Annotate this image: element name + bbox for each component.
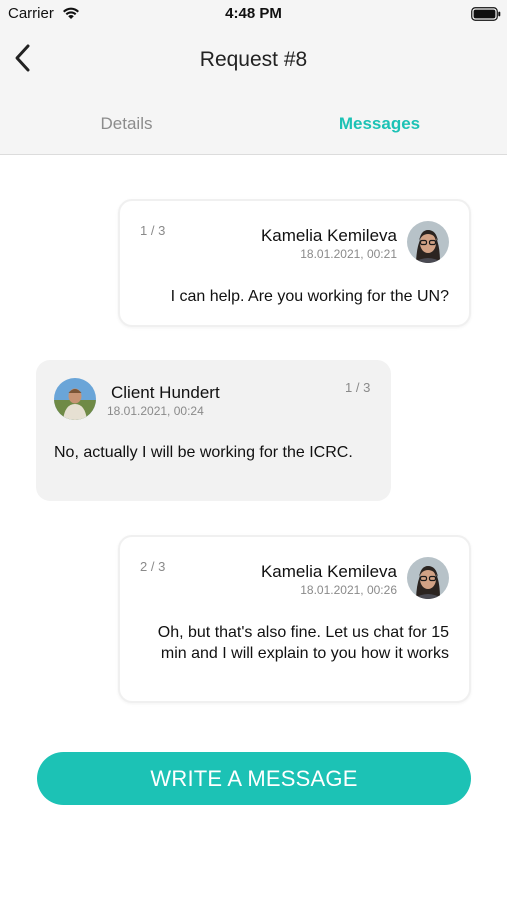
- avatar: [407, 221, 449, 263]
- message-card: Client Hundert 18.01.2021, 00:24 1 / 3 N…: [36, 360, 391, 501]
- tab-messages[interactable]: Messages: [253, 114, 506, 134]
- clock: 4:48 PM: [225, 5, 282, 22]
- message-card: 2 / 3 Kamelia Kemileva 18.01.2021, 00:26…: [118, 535, 471, 703]
- battery-icon: [471, 7, 501, 21]
- tab-details[interactable]: Details: [0, 114, 253, 134]
- write-message-button[interactable]: WRITE A MESSAGE: [37, 752, 471, 805]
- avatar: [54, 378, 96, 420]
- navigation-bar: Request #8: [0, 28, 507, 92]
- message-text: Oh, but that's also fine. Let us chat fo…: [157, 624, 449, 662]
- message-counter: 2 / 3: [140, 559, 166, 574]
- message-timestamp: 18.01.2021, 00:24: [107, 404, 204, 418]
- status-bar: Carrier 4:48 PM: [0, 0, 507, 28]
- message-text: No, actually I will be working for the I…: [54, 444, 353, 461]
- message-timestamp: 18.01.2021, 00:21: [300, 247, 397, 261]
- sender-name: Kamelia Kemileva: [260, 562, 397, 581]
- message-text: I can help. Are you working for the UN?: [170, 288, 449, 305]
- message-timestamp: 18.01.2021, 00:26: [300, 583, 397, 597]
- avatar: [407, 557, 449, 599]
- tab-bar: Details Messages: [0, 92, 507, 155]
- sender-name: Kamelia Kemileva: [260, 226, 397, 245]
- sender-name: Client Hundert: [111, 383, 220, 402]
- message-counter: 1 / 3: [345, 380, 371, 395]
- message-counter: 1 / 3: [140, 223, 166, 238]
- page-title: Request #8: [199, 48, 308, 71]
- message-card: 1 / 3 Kamelia Kemileva 18.01.2021, 00:21…: [118, 199, 471, 327]
